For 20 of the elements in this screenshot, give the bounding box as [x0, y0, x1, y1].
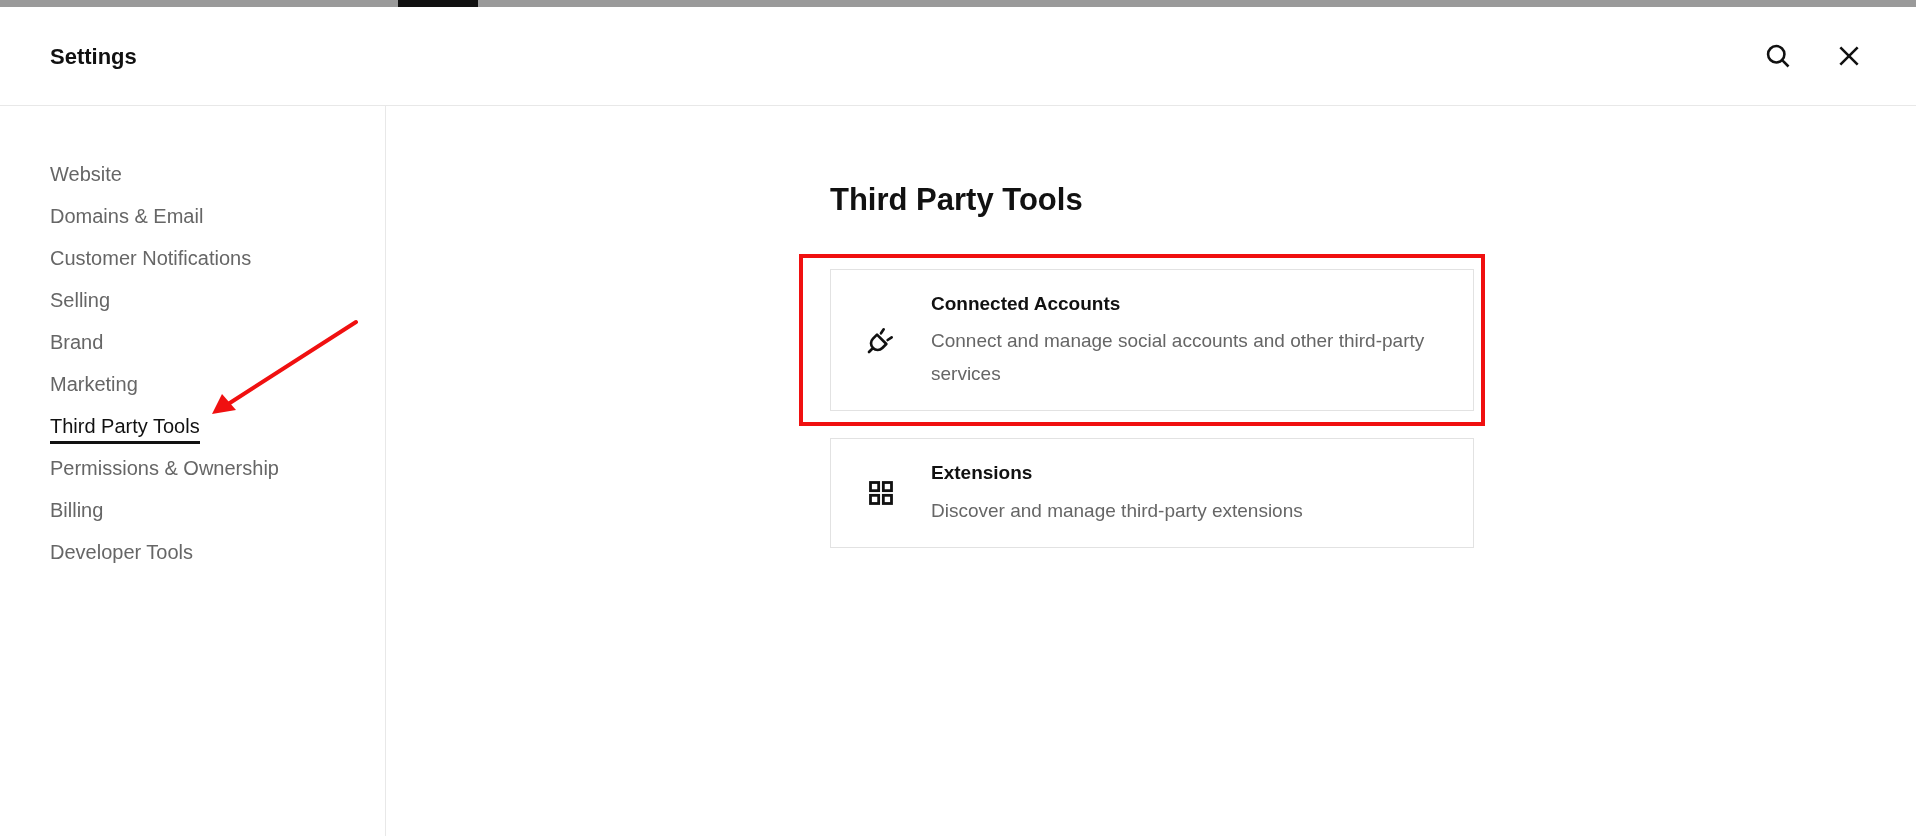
sidebar-item[interactable]: Marketing	[50, 369, 138, 399]
sidebar-item[interactable]: Permissions & Ownership	[50, 453, 279, 483]
settings-title: Settings	[50, 42, 138, 71]
sidebar-item[interactable]: Third Party Tools	[50, 408, 200, 444]
sidebar-item[interactable]: Billing	[50, 495, 104, 525]
search-icon	[1764, 42, 1792, 70]
card-title: Extensions	[931, 461, 1034, 485]
grid-icon	[867, 478, 895, 507]
sidebar-item[interactable]: Selling	[50, 285, 111, 315]
sidebar-item[interactable]: Website	[50, 159, 122, 189]
sidebar-item[interactable]: Customer Notifications	[50, 243, 252, 273]
settings-card[interactable]: Connected Accounts Connect and manage social accounts and other third-party services	[830, 268, 1474, 411]
card-description: Discover and manage third-party extensions	[931, 498, 1303, 523]
card-description: Connect and manage social accounts and other third-party services	[931, 329, 1426, 386]
card-title: Connected Accounts	[931, 291, 1122, 316]
sidebar-item[interactable]: Brand	[50, 327, 104, 357]
settings-card[interactable]: Extensions Discover and manage third-party extensions	[830, 438, 1474, 548]
sidebar-item[interactable]: Developer Tools	[50, 537, 194, 567]
sidebar-item[interactable]: Domains & Email	[50, 201, 204, 231]
page-heading: Third Party Tools	[830, 181, 1084, 219]
